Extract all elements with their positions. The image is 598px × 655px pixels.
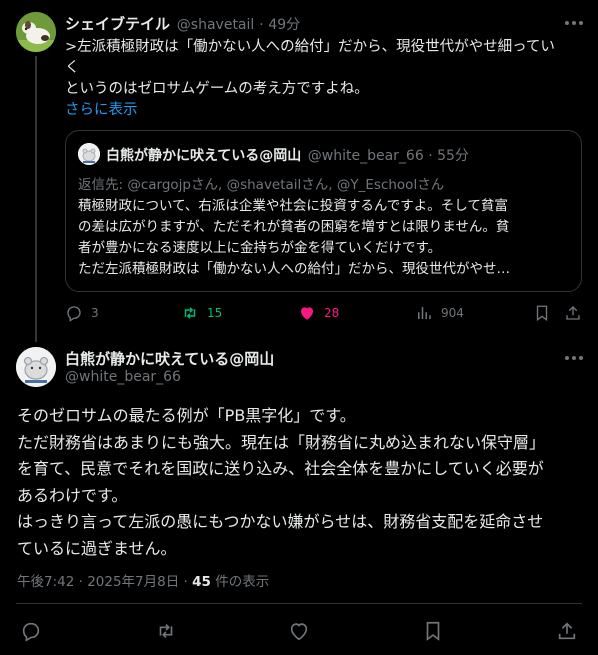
quote-time: 55分	[437, 148, 469, 164]
repost-icon[interactable]	[155, 620, 177, 642]
main-line: ているに過ぎません。	[17, 538, 177, 558]
views-icon	[415, 304, 433, 322]
thread-line	[35, 56, 37, 342]
bookmark-icon[interactable]	[422, 620, 444, 642]
like-icon[interactable]	[288, 620, 310, 642]
post-line: というのはゼロサムゲームの考え方ですよね。	[65, 81, 369, 97]
main-line: を育て、民意でそれを国政に送り込み、社会全体を豊かにしていく必要が	[17, 459, 544, 478]
quote-text: 積極財政について、右派は企業や社会に投資するんですよ。そして貧富 の差は広がりま…	[78, 196, 572, 280]
bookmark-icon[interactable]	[533, 304, 551, 322]
divider	[16, 603, 582, 604]
post-time[interactable]: 49分	[268, 17, 300, 33]
dog-avatar-image	[16, 12, 56, 52]
repost-icon	[181, 304, 199, 322]
views-label: 件の表示	[210, 574, 270, 590]
quote-line: ただ左派積極財政は「働かない人への給付」だから、現役世代がやせ…	[78, 261, 510, 277]
share-icon[interactable]	[556, 620, 578, 642]
main-avatar[interactable]	[16, 347, 56, 387]
separator: ·	[428, 148, 433, 164]
views-count: 45	[192, 574, 211, 590]
post-line: >左派積極財政は「働かない人への給付」だから、現役世代がやせ細ってい	[65, 39, 555, 55]
share-icon[interactable]	[564, 304, 582, 322]
main-line: はっきり言って左派の愚にもつかない嫌がらせは、財務省支配を延命させ	[17, 512, 544, 531]
main-line: そのゼロサムの最たる例が「PB黒字化」です。	[17, 406, 356, 425]
quoted-post[interactable]: 白熊が静かに吠えている@岡山 @white_bear_66 · 55分 返信先:…	[65, 130, 582, 292]
reply-count: 3	[91, 306, 99, 320]
post-meta: 午後7:42 · 2025年7月8日 · 45 件の表示	[17, 570, 269, 590]
views-button[interactable]: 904	[415, 304, 464, 322]
quote-avatar	[78, 143, 100, 165]
views-count: 904	[441, 306, 464, 320]
main-author-name[interactable]: 白熊が静かに吠えている@岡山	[65, 348, 274, 369]
show-more-link[interactable]: さらに表示	[65, 100, 585, 121]
quote-reply-to: 返信先: @cargojpさん, @shavetailさん, @Y_Eschoo…	[78, 177, 445, 193]
repost-count: 15	[207, 306, 223, 320]
author-handle[interactable]: @shavetail	[177, 17, 255, 33]
quote-line: 者が豊かになる速度以上に金持ちが金を得ていくだけです。	[78, 240, 442, 256]
main-line: あるわけです。	[17, 485, 128, 505]
reply-icon	[65, 304, 83, 322]
separator: ·	[259, 17, 264, 33]
post-header: シェイブテイル @shavetail · 49分	[65, 13, 300, 34]
post-timestamp[interactable]: 午後7:42 · 2025年7月8日 ·	[17, 574, 192, 590]
quote-header: 白熊が静かに吠えている@岡山 @white_bear_66 · 55分	[106, 145, 469, 165]
author-name[interactable]: シェイブテイル	[65, 15, 170, 33]
bear-avatar-image	[78, 143, 100, 165]
post-text: >左派積極財政は「働かない人への給付」だから、現役世代がやせ細ってい く という…	[65, 37, 585, 121]
like-count: 28	[324, 306, 340, 320]
repost-button[interactable]: 15	[181, 304, 222, 322]
bear-avatar-image	[16, 347, 56, 387]
post-line: く	[65, 60, 80, 76]
main-author-handle[interactable]: @white_bear_66	[65, 369, 181, 385]
like-icon	[298, 304, 316, 322]
more-icon[interactable]	[562, 13, 586, 33]
main-post-text: そのゼロサムの最たる例が「PB黒字化」です。 ただ財務省はあまりにも強大。現在は…	[17, 403, 587, 562]
more-icon[interactable]	[562, 348, 586, 368]
quote-author-name: 白熊が静かに吠えている@岡山	[106, 148, 302, 164]
quote-author-handle: @white_bear_66	[307, 148, 424, 164]
quote-line: 積極財政について、右派は企業や社会に投資するんですよ。そして貧富	[78, 198, 508, 214]
avatar[interactable]	[16, 12, 56, 52]
reply-icon[interactable]	[20, 620, 42, 642]
quote-line: の差は広がりますが、ただそれが貧者の困窮を増すとは限りません。貧	[78, 219, 510, 235]
main-line: ただ財務省はあまりにも強大。現在は「財務省に丸め込まれない保守層」	[17, 432, 546, 452]
like-button[interactable]: 28	[298, 304, 339, 322]
reply-button[interactable]: 3	[65, 304, 99, 322]
